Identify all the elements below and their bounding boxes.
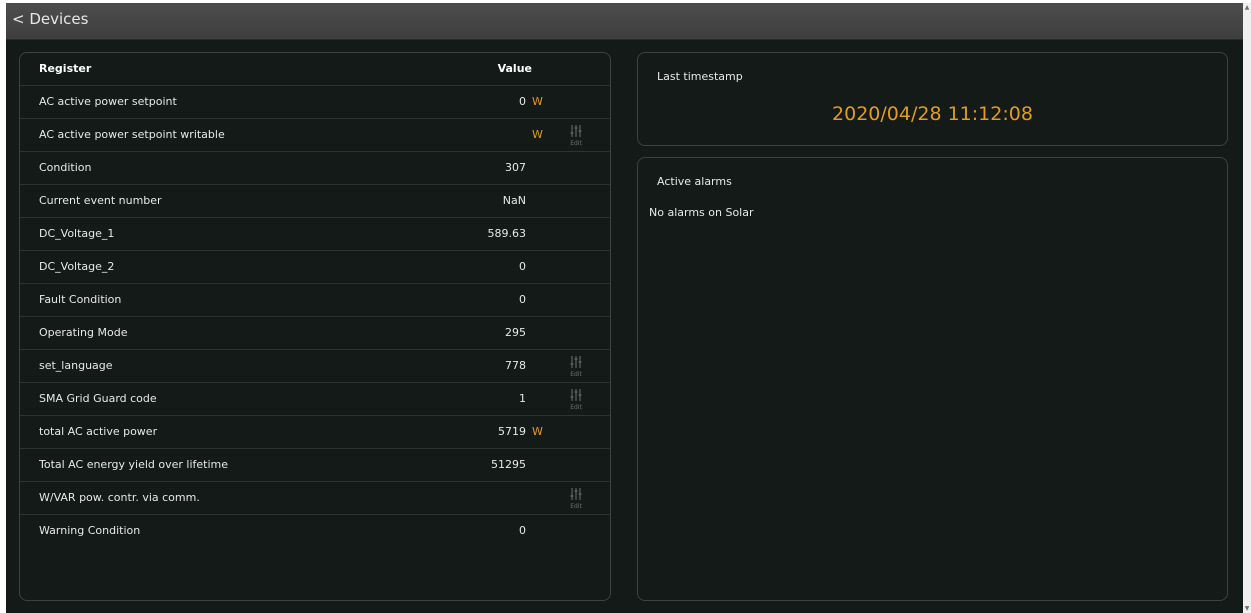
register-value: 0 — [519, 293, 526, 306]
register-name: Warning Condition — [39, 524, 141, 537]
table-row: Total AC energy yield over lifetime 51295 — [20, 449, 610, 482]
table-row: Condition 307 — [20, 152, 610, 185]
vertical-scrollbar[interactable]: ▲ ▼ — [1243, 3, 1251, 613]
table-row: DC_Voltage_1 589.63 — [20, 218, 610, 251]
register-name: total AC active power — [39, 425, 158, 438]
register-name: AC active power setpoint — [39, 95, 177, 108]
register-name: SMA Grid Guard code — [39, 392, 157, 405]
app-window: < Devices Register Value AC active power… — [6, 3, 1243, 613]
registers-panel: Register Value AC active power setpoint 0… — [19, 52, 611, 601]
register-value: 307 — [505, 161, 526, 174]
last-timestamp-value: 2020/04/28 11:12:08 — [832, 103, 1033, 125]
edit-label: Edit — [570, 503, 582, 510]
edit-button[interactable]: Edit — [565, 387, 587, 413]
edit-button[interactable]: Edit — [565, 486, 587, 512]
table-header-row: Register Value — [20, 53, 610, 86]
edit-label: Edit — [570, 140, 582, 147]
edit-button[interactable]: Edit — [565, 354, 587, 380]
register-value: 5719 — [498, 425, 526, 438]
back-to-devices-link[interactable]: < Devices — [12, 10, 88, 28]
register-value: 0 — [519, 524, 526, 537]
register-value: 778 — [505, 359, 526, 372]
register-name: DC_Voltage_1 — [39, 227, 115, 240]
register-name: Operating Mode — [39, 326, 128, 339]
register-name: AC active power setpoint writable — [39, 128, 225, 141]
sliders-icon — [570, 356, 582, 368]
table-row: Current event number NaN — [20, 185, 610, 218]
alarms-title: Active alarms — [657, 175, 732, 188]
register-value: 1 — [519, 392, 526, 405]
table-row: total AC active power 5719 W — [20, 416, 610, 449]
edit-button[interactable]: Edit — [565, 123, 587, 149]
table-row: Warning Condition 0 — [20, 515, 610, 548]
register-column-header: Register — [39, 62, 92, 75]
top-bar: < Devices — [6, 3, 1243, 40]
active-alarms-panel: Active alarms No alarms on Solar — [637, 157, 1228, 601]
timestamp-panel: Last timestamp 2020/04/28 11:12:08 — [637, 52, 1228, 146]
table-row: Fault Condition 0 — [20, 284, 610, 317]
table-row: AC active power setpoint 0 W — [20, 86, 610, 119]
arrow-down-icon[interactable]: ▼ — [1243, 605, 1251, 612]
register-unit: W — [532, 425, 543, 438]
register-name: Total AC energy yield over lifetime — [39, 458, 229, 471]
register-name: DC_Voltage_2 — [39, 260, 115, 273]
register-value: 0 — [519, 95, 526, 108]
register-unit: W — [532, 95, 543, 108]
register-value: NaN — [502, 194, 526, 207]
register-name: W/VAR pow. contr. via comm. — [39, 491, 200, 504]
sliders-icon — [570, 125, 582, 137]
register-name: Condition — [39, 161, 92, 174]
table-row: SMA Grid Guard code 1 Edit — [20, 383, 610, 416]
register-name: Fault Condition — [39, 293, 122, 306]
register-name: set_language — [39, 359, 113, 372]
table-row: set_language 778 Edit — [20, 350, 610, 383]
table-row: AC active power setpoint writable W Edit — [20, 119, 610, 152]
timestamp-title: Last timestamp — [657, 70, 743, 83]
arrow-up-icon[interactable]: ▲ — [1243, 4, 1251, 11]
edit-label: Edit — [570, 371, 582, 378]
table-row: DC_Voltage_2 0 — [20, 251, 610, 284]
edit-label: Edit — [570, 404, 582, 411]
value-column-header: Value — [497, 62, 532, 75]
sliders-icon — [570, 389, 582, 401]
register-value: 0 — [519, 260, 526, 273]
register-value: 295 — [505, 326, 526, 339]
sliders-icon — [570, 488, 582, 500]
register-unit: W — [532, 128, 543, 141]
register-name: Current event number — [39, 194, 162, 207]
register-value: 589.63 — [487, 227, 527, 240]
register-value: 51295 — [491, 458, 526, 471]
table-row: Operating Mode 295 — [20, 317, 610, 350]
table-row: W/VAR pow. contr. via comm. Edit — [20, 482, 610, 515]
no-alarms-message: No alarms on Solar — [649, 206, 754, 219]
